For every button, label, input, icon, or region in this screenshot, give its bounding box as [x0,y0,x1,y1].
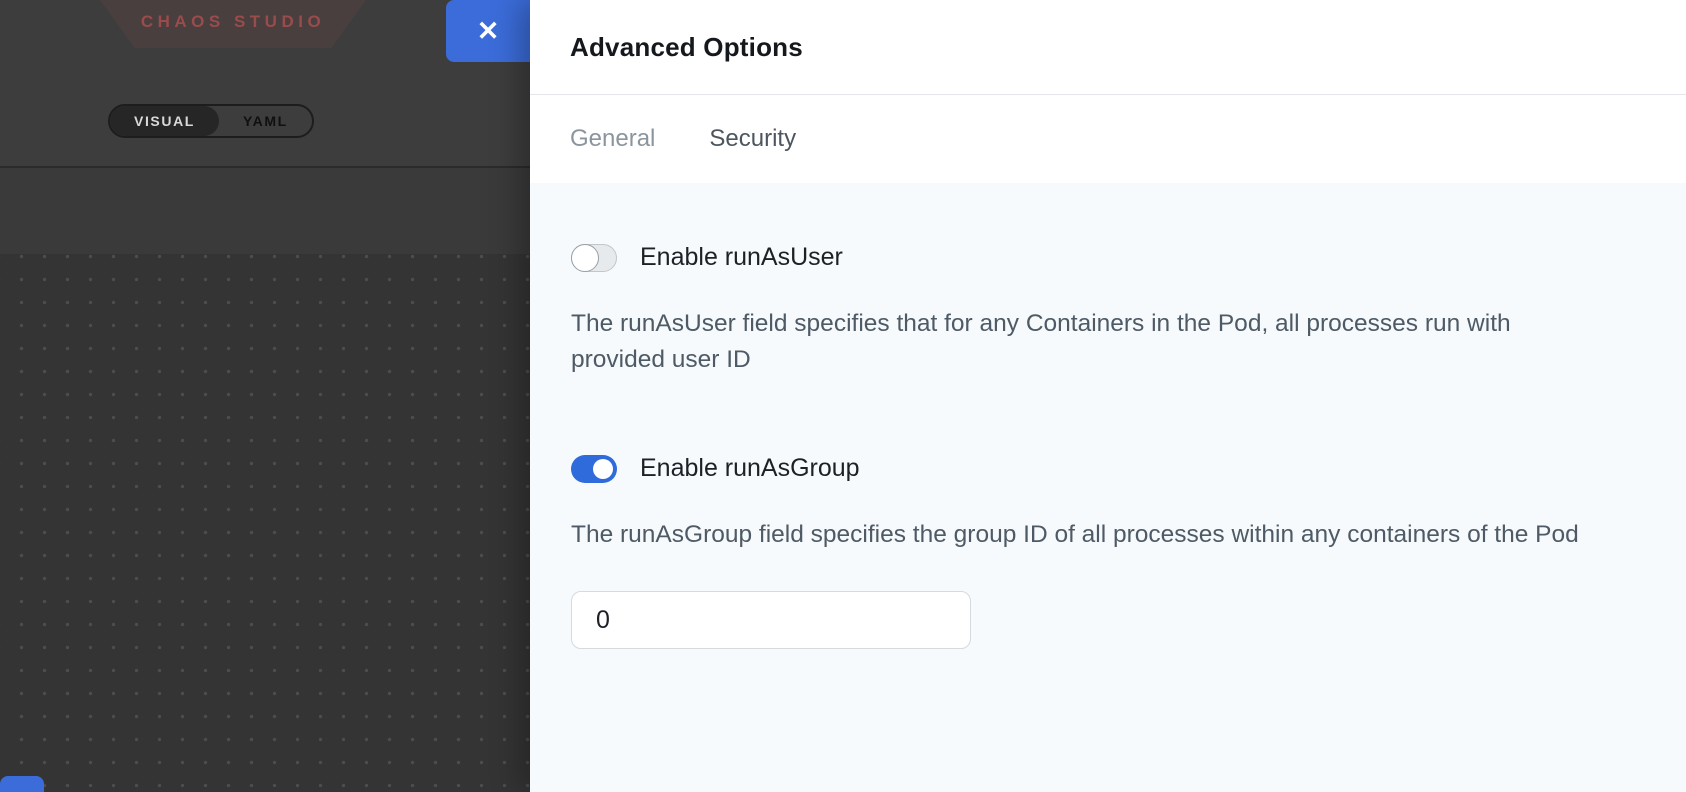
run-as-group-description: The runAsGroup field specifies the group… [571,517,1606,553]
run-as-user-row: Enable runAsUser [571,243,1606,272]
run-as-group-toggle[interactable] [571,455,617,483]
run-as-user-label: Enable runAsUser [640,243,843,272]
advanced-options-drawer: Advanced Options General Security Enable… [530,0,1686,792]
visual-view-button[interactable]: VISUAL [110,106,219,136]
workflow-canvas: CHAOS STUDIO VISUAL YAML [0,0,530,792]
close-icon: ✕ [477,18,500,45]
canvas-action-button[interactable] [0,776,44,792]
yaml-view-button[interactable]: YAML [219,106,312,136]
run-as-group-row: Enable runAsGroup [571,454,1606,483]
run-as-group-label: Enable runAsGroup [640,454,860,483]
app-root: CHAOS STUDIO VISUAL YAML ✕ Advanced Opti… [0,0,1686,792]
canvas-dot-grid[interactable] [0,254,530,792]
tab-general[interactable]: General [560,125,665,183]
tab-security[interactable]: Security [699,125,806,183]
chaos-studio-logo: CHAOS STUDIO [100,0,366,48]
drawer-tabs: General Security [530,95,1686,183]
security-tab-content: Enable runAsUser The runAsUser field spe… [530,183,1686,792]
run-as-user-toggle[interactable] [571,244,617,272]
close-drawer-button[interactable]: ✕ [446,0,530,62]
run-as-group-input[interactable] [571,591,971,649]
toggle-knob [593,459,613,479]
view-mode-toggle: VISUAL YAML [108,104,314,138]
toggle-knob [571,244,599,272]
drawer-header: Advanced Options [530,0,1686,95]
run-as-user-description: The runAsUser field specifies that for a… [571,306,1606,378]
canvas-toolbar-band [0,170,530,254]
drawer-title: Advanced Options [570,32,1646,63]
logo-text: CHAOS STUDIO [141,12,325,36]
